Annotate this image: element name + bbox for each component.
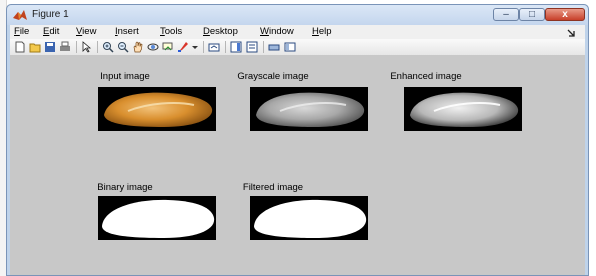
- hide-plot-tools-icon[interactable]: [268, 41, 280, 53]
- legend-icon[interactable]: [246, 41, 258, 53]
- menu-help[interactable]: Help: [312, 26, 332, 37]
- close-button[interactable]: x: [545, 8, 585, 21]
- matlab-logo-icon: [13, 10, 27, 20]
- toolbar-separator: [76, 41, 77, 53]
- binary-image-title: Binary image: [97, 182, 153, 193]
- menu-desktop[interactable]: Desktop: [203, 26, 238, 37]
- menu-window[interactable]: Window: [260, 26, 294, 37]
- maximize-button[interactable]: □: [519, 8, 545, 21]
- enhanced-image-title: Enhanced image: [390, 71, 462, 82]
- toolbar-separator: [263, 41, 264, 53]
- show-plot-tools-icon[interactable]: [284, 41, 296, 53]
- figure-toolbar: [10, 39, 585, 56]
- link-plot-icon[interactable]: [208, 41, 220, 53]
- figure-window: Figure 1 – □ x File Edit View Insert Too…: [6, 4, 589, 276]
- figure-canvas: Input image Grayscale image Enhanced ima…: [10, 56, 585, 275]
- close-icon: x: [562, 9, 568, 20]
- toolbar-separator: [203, 41, 204, 53]
- menu-file[interactable]: File: [14, 26, 29, 37]
- brush-icon[interactable]: [177, 41, 189, 53]
- maximize-icon: □: [528, 9, 536, 20]
- menu-bar: File Edit View Insert Tools Desktop Wind…: [10, 25, 585, 39]
- save-icon[interactable]: [44, 41, 56, 53]
- rotate-3d-icon[interactable]: [147, 41, 159, 53]
- menu-edit[interactable]: Edit: [43, 26, 59, 37]
- binary-image: [98, 196, 216, 240]
- dropdown-arrow-icon[interactable]: [191, 41, 199, 53]
- input-image-title: Input image: [100, 71, 150, 82]
- filtered-image-title: Filtered image: [242, 182, 304, 193]
- toolbar-separator: [97, 41, 98, 53]
- print-icon[interactable]: [59, 41, 71, 53]
- title-bar[interactable]: Figure 1 – □ x: [7, 5, 588, 25]
- window-title: Figure 1: [32, 9, 69, 20]
- colorbar-icon[interactable]: [230, 41, 242, 53]
- zoom-in-icon[interactable]: [102, 41, 114, 53]
- menu-insert[interactable]: Insert: [115, 26, 139, 37]
- open-file-icon[interactable]: [29, 41, 41, 53]
- zoom-out-icon[interactable]: [117, 41, 129, 53]
- menu-tools[interactable]: Tools: [160, 26, 182, 37]
- grayscale-image: [250, 87, 368, 131]
- menu-view[interactable]: View: [76, 26, 96, 37]
- toolbar-separator: [225, 41, 226, 53]
- data-cursor-icon[interactable]: [162, 41, 174, 53]
- enhanced-image: [404, 87, 522, 131]
- filtered-image: [250, 196, 368, 240]
- edit-plot-icon[interactable]: [81, 41, 93, 53]
- grayscale-image-title: Grayscale image: [237, 71, 309, 82]
- minimize-button[interactable]: –: [493, 8, 519, 21]
- pan-icon[interactable]: [132, 41, 144, 53]
- new-figure-icon[interactable]: [14, 41, 26, 53]
- minimize-icon: –: [503, 9, 509, 20]
- input-image: [98, 87, 216, 131]
- dock-arrow-icon[interactable]: [567, 29, 575, 37]
